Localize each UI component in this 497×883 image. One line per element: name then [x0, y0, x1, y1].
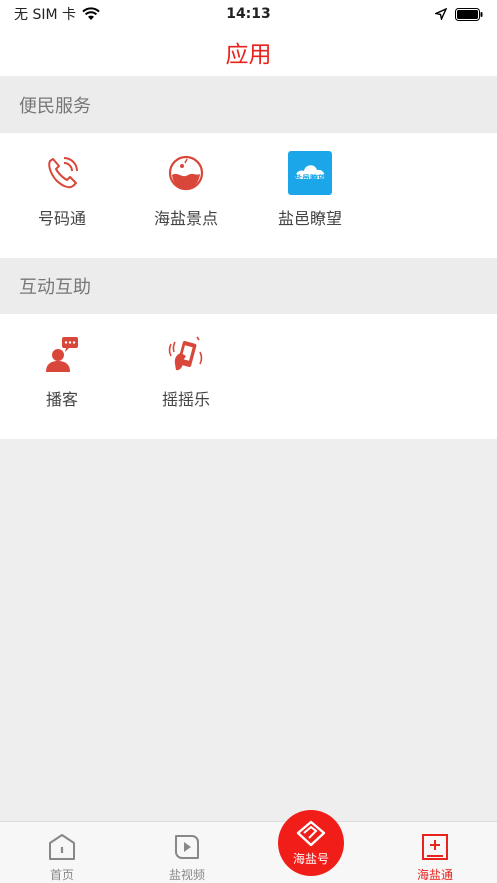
- page-title: 应用: [225, 42, 272, 68]
- handshake-icon: [296, 820, 326, 847]
- app-item-haiyan-scenery[interactable]: 海盐景点: [126, 133, 246, 229]
- app-label: 海盐景点: [153, 209, 218, 228]
- app-item-podcast[interactable]: 播客: [2, 314, 122, 410]
- tab-label: 海盐通: [416, 868, 453, 882]
- center-haiyan-hao-button[interactable]: 海盐号: [278, 810, 344, 876]
- logo-text: 盐邑瞭望: [294, 174, 326, 183]
- location-arrow-icon: [435, 8, 447, 20]
- carrier-label: 无 SIM 卡: [14, 7, 76, 23]
- app-item-number-service[interactable]: 号码通: [2, 133, 122, 229]
- nav-bar: 应用: [0, 28, 497, 76]
- add-square-icon: [422, 834, 448, 860]
- app-item-shake[interactable]: 摇摇乐: [126, 314, 246, 410]
- section-header-convenience: 便民服务: [0, 77, 497, 133]
- status-bar: 无 SIM 卡 14:13: [0, 0, 497, 28]
- podcast-person-chat-icon: [46, 337, 78, 372]
- app-label: 播客: [45, 390, 78, 409]
- shake-phone-hand-icon: [168, 336, 203, 371]
- app-label: 号码通: [37, 209, 86, 228]
- center-button-label: 海盐号: [292, 852, 329, 866]
- section-title: 便民服务: [19, 96, 91, 117]
- phone-icon: [48, 157, 78, 189]
- app-label: 盐邑瞭望: [277, 209, 342, 228]
- tab-video[interactable]: 盐视频: [142, 822, 232, 883]
- video-play-icon: [175, 835, 199, 859]
- tab-haiyan-service[interactable]: 海盐通: [390, 822, 480, 883]
- section-convenience: 号码通 海盐景点 盐邑瞭望 盐邑瞭望: [0, 133, 497, 258]
- battery-icon: [455, 7, 483, 21]
- section-interaction: 播客 摇摇乐: [0, 314, 497, 439]
- section-title: 互动互助: [19, 277, 91, 298]
- home-icon: [49, 834, 75, 860]
- tab-label: 盐视频: [168, 868, 205, 882]
- app-item-yanyi-lookout[interactable]: 盐邑瞭望 盐邑瞭望: [250, 133, 370, 229]
- tab-bar: 首页 盐视频 海盐通: [0, 821, 497, 883]
- tab-label: 首页: [49, 868, 74, 882]
- tab-home[interactable]: 首页: [17, 822, 107, 883]
- scenery-globe-icon: [168, 155, 204, 191]
- app-label: 摇摇乐: [161, 390, 210, 409]
- section-header-interaction: 互动互助: [0, 258, 497, 314]
- cloud-logo-icon: 盐邑瞭望: [288, 151, 332, 195]
- wifi-icon: [82, 7, 100, 20]
